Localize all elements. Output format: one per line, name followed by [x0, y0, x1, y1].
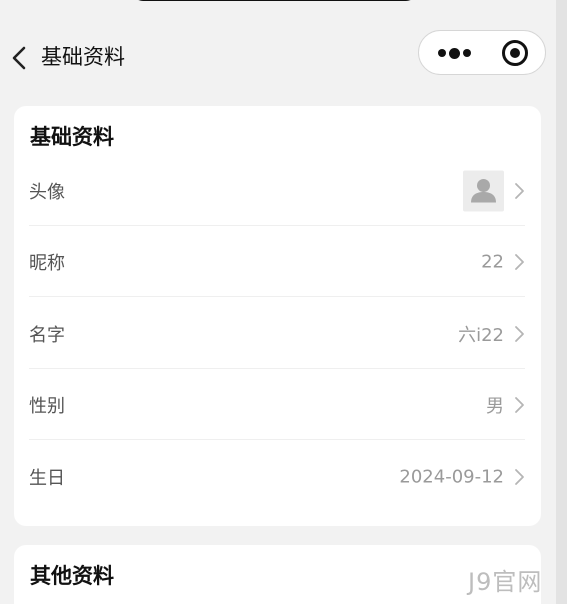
birthday-value: 2024-09-12	[399, 466, 504, 487]
profile-page: 基础资料 基础资料 头像 昵称 22 名字 六i22 性别 男 生日 2024-…	[0, 0, 556, 604]
mini-program-capsule	[418, 30, 546, 75]
close-mini-program-button[interactable]	[493, 35, 537, 71]
more-dots-icon	[437, 47, 471, 59]
row-avatar[interactable]: 头像	[29, 155, 525, 226]
chevron-right-icon	[515, 253, 524, 270]
name-value: 六i22	[458, 324, 504, 346]
watermark-text: J9官网	[468, 568, 543, 596]
other-info-title: 其他资料	[30, 564, 114, 588]
target-circle-icon	[502, 40, 528, 66]
row-label: 名字	[29, 324, 65, 346]
capsule-divider	[483, 42, 484, 64]
row-label: 头像	[29, 181, 65, 203]
row-name[interactable]: 名字 六i22	[29, 298, 525, 369]
more-button[interactable]	[425, 35, 483, 71]
other-info-card: 其他资料	[14, 545, 541, 604]
page-title: 基础资料	[41, 45, 125, 69]
row-birthday[interactable]: 生日 2024-09-12	[29, 441, 525, 512]
chevron-left-icon	[12, 46, 26, 70]
row-nickname[interactable]: 昵称 22	[29, 226, 525, 297]
chevron-right-icon	[515, 468, 524, 485]
basic-info-card: 基础资料 头像 昵称 22 名字 六i22 性别 男 生日 2024-09-12	[14, 106, 541, 526]
chevron-right-icon	[515, 325, 524, 342]
user-placeholder-icon	[471, 178, 496, 202]
avatar[interactable]	[463, 170, 504, 211]
basic-info-title: 基础资料	[30, 125, 114, 149]
row-label: 昵称	[29, 252, 65, 274]
navigation-bar: 基础资料	[0, 24, 556, 90]
scrollbar[interactable]	[556, 0, 567, 604]
row-label: 生日	[29, 467, 65, 489]
chevron-right-icon	[515, 182, 524, 199]
nickname-value: 22	[481, 251, 504, 272]
gender-value: 男	[486, 395, 504, 417]
device-notch	[132, 0, 417, 1]
row-label: 性别	[29, 395, 65, 417]
chevron-right-icon	[515, 396, 524, 413]
row-gender[interactable]: 性别 男	[29, 369, 525, 440]
back-button[interactable]	[8, 44, 30, 72]
